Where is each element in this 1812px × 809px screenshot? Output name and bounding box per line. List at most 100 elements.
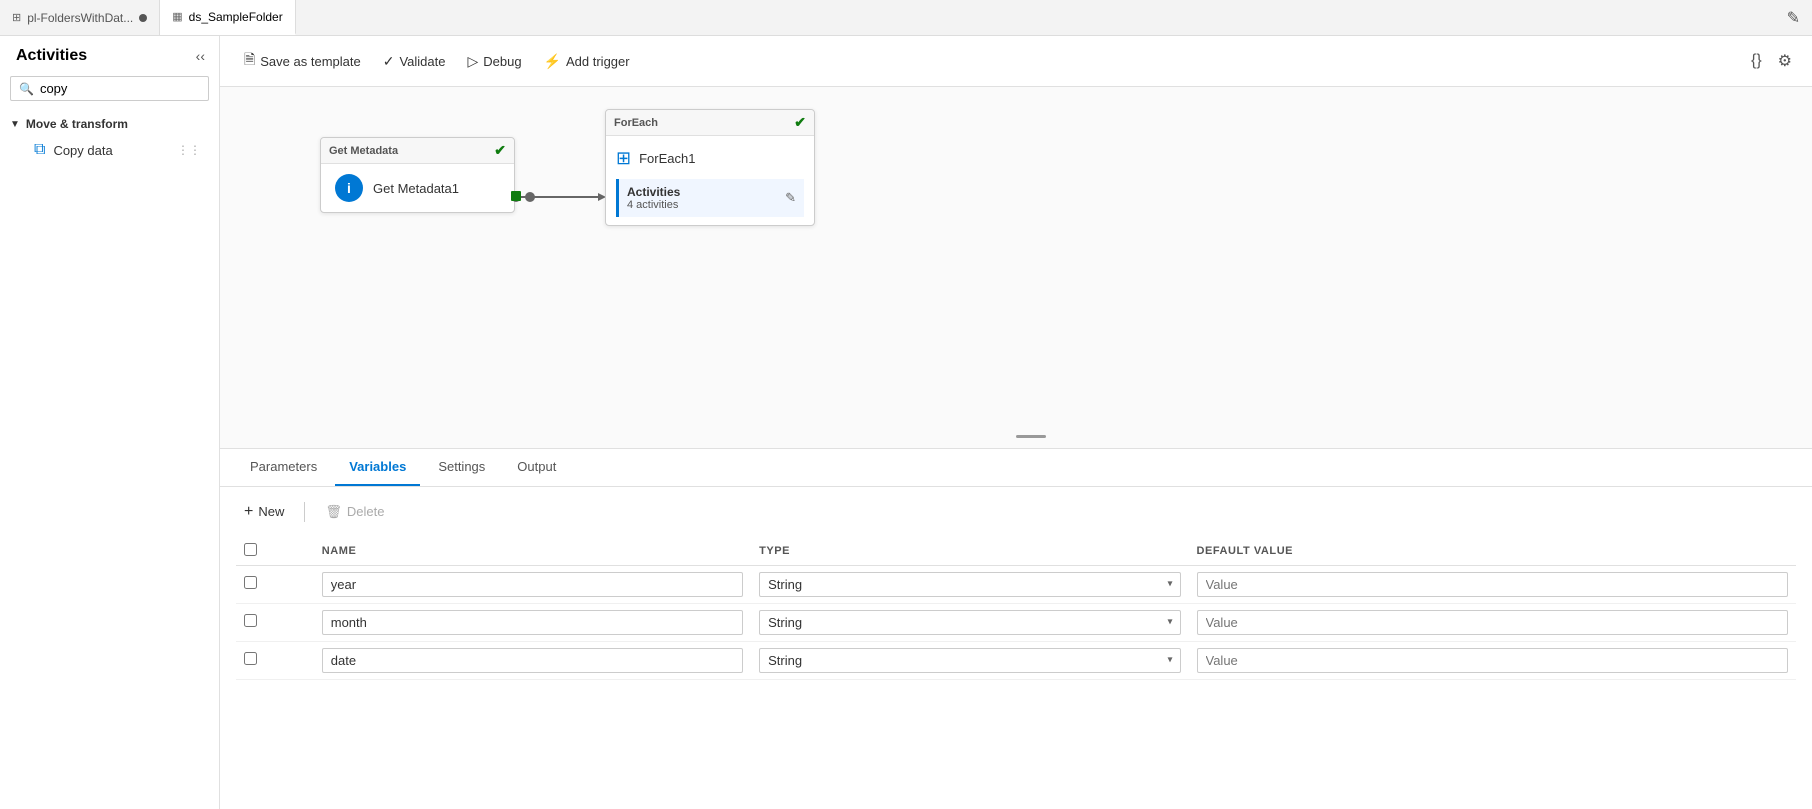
panel-tabs-row: Parameters Variables Settings Output <box>220 449 1812 487</box>
type-select-2[interactable]: StringBooleanIntegerArrayFloat <box>759 648 1180 673</box>
tab-bar: ⊞ pl-FoldersWithDat... ▦ ds_SampleFolder… <box>0 0 1812 36</box>
minimize-bar <box>1016 435 1046 438</box>
activities-count: 4 activities <box>627 199 680 211</box>
activities-label: Activities <box>627 185 680 199</box>
delete-label: Delete <box>347 504 385 519</box>
foreach-inner: ⊞ ForEach1 Activities 4 activities ✎ <box>606 136 814 225</box>
name-input-1[interactable] <box>322 610 743 635</box>
plus-icon: + <box>244 503 253 521</box>
tab-variables[interactable]: Variables <box>335 449 420 486</box>
row-checkbox-1[interactable] <box>244 614 257 627</box>
canvas-area[interactable]: Get Metadata ✔ i Get Metadata1 <box>220 87 1812 448</box>
table-icon: ▦ <box>172 10 182 23</box>
tab-pl[interactable]: ⊞ pl-FoldersWithDat... <box>0 0 160 35</box>
actions-divider <box>304 502 305 522</box>
default-value-input-1[interactable] <box>1197 610 1789 635</box>
save-label: Save as template <box>260 54 360 69</box>
col-header-checkbox <box>236 539 314 566</box>
foreach-node[interactable]: ForEach ✔ ⊞ ForEach1 Activities <box>605 109 815 226</box>
default-value-input-2[interactable] <box>1197 648 1789 673</box>
collapse-arrow-icon: ▼ <box>10 119 20 130</box>
table-row: StringBooleanIntegerArrayFloat▾ <box>236 603 1796 641</box>
tab-parameters[interactable]: Parameters <box>236 449 331 486</box>
name-input-0[interactable] <box>322 572 743 597</box>
type-select-1[interactable]: StringBooleanIntegerArrayFloat <box>759 610 1180 635</box>
sidebar-controls: ‹‹ <box>192 46 209 66</box>
edit-pencil-icon[interactable]: ✎ <box>785 190 796 206</box>
section-label: Move & transform <box>26 117 128 131</box>
add-trigger-button[interactable]: ⚡ Add trigger <box>536 48 638 75</box>
sidebar-section-move-transform: ▼ Move & transform ⧉ Copy data ⋮⋮ <box>0 109 219 169</box>
sidebar-item-copy-data[interactable]: ⧉ Copy data ⋮⋮ <box>10 135 209 165</box>
save-template-button[interactable]: 🗎 Save as template <box>236 44 369 78</box>
validate-button[interactable]: ✓ Validate <box>375 48 454 75</box>
tab-pl-dot <box>139 14 147 22</box>
tab-pl-label: pl-FoldersWithDat... <box>27 11 133 25</box>
get-metadata-title: Get Metadata <box>329 145 398 157</box>
validate-icon: ✓ <box>383 53 395 70</box>
main-layout: Activities ‹‹ 🔍 ▼ Move & transform ⧉ Cop… <box>0 36 1812 809</box>
sidebar-title: Activities <box>16 47 87 65</box>
new-label: New <box>258 504 284 519</box>
code-view-button[interactable]: {} <box>1747 47 1766 75</box>
row-checkbox-2[interactable] <box>244 652 257 665</box>
info-icon: i <box>335 174 363 202</box>
col-header-type: TYPE <box>751 539 1188 566</box>
node-body-get-metadata: i Get Metadata1 <box>321 164 514 212</box>
filter-button[interactable]: ⚙ <box>1774 47 1796 75</box>
table-row: StringBooleanIntegerArrayFloat▾ <box>236 641 1796 679</box>
type-select-0[interactable]: StringBooleanIntegerArrayFloat <box>759 572 1180 597</box>
foreach-icon-row: ⊞ ForEach1 <box>616 144 804 177</box>
name-input-2[interactable] <box>322 648 743 673</box>
tab-settings[interactable]: Settings <box>424 449 499 486</box>
sidebar: Activities ‹‹ 🔍 ▼ Move & transform ⧉ Cop… <box>0 36 220 809</box>
row-checkbox-0[interactable] <box>244 576 257 589</box>
save-icon: 🗎 <box>244 49 255 73</box>
drag-handle-icon: ⋮⋮ <box>177 143 201 157</box>
bottom-panel: Parameters Variables Settings Output <box>220 448 1812 809</box>
search-icon: 🔍 <box>19 82 34 96</box>
tab-ds[interactable]: ▦ ds_SampleFolder <box>160 0 295 35</box>
search-input[interactable] <box>40 81 200 96</box>
select-all-checkbox[interactable] <box>244 543 257 556</box>
collapse-button[interactable]: ‹‹ <box>192 46 209 66</box>
debug-button[interactable]: ▷ Debug <box>459 48 529 75</box>
get-metadata-body-label: Get Metadata1 <box>373 181 459 196</box>
trash-icon: 🗑 <box>325 504 342 520</box>
right-content: 🗎 Save as template ✓ Validate ▷ Debug ⚡ … <box>220 36 1812 809</box>
get-metadata-check-icon: ✔ <box>494 142 506 159</box>
sidebar-header: Activities ‹‹ <box>0 36 219 72</box>
trigger-icon: ⚡ <box>544 53 561 70</box>
foreach-activities-text: Activities 4 activities <box>627 185 680 211</box>
variables-table: NAME TYPE DEFAULT VALUE St <box>236 539 1796 680</box>
canvas-bottom-wrap: Get Metadata ✔ i Get Metadata1 <box>220 87 1812 809</box>
col-header-value: DEFAULT VALUE <box>1189 539 1797 566</box>
toolbar: 🗎 Save as template ✓ Validate ▷ Debug ⚡ … <box>220 36 1812 87</box>
copy-data-label: Copy data <box>53 143 112 158</box>
grid-icon: ⊞ <box>12 11 21 24</box>
foreach-title: ForEach <box>614 117 658 129</box>
new-variable-button[interactable]: + New <box>236 499 292 525</box>
debug-icon: ▷ <box>467 53 478 70</box>
pipeline-canvas: Get Metadata ✔ i Get Metadata1 <box>220 87 1812 448</box>
trigger-label: Add trigger <box>566 54 630 69</box>
section-header[interactable]: ▼ Move & transform <box>10 113 209 135</box>
search-box: 🔍 <box>10 76 209 101</box>
debug-label: Debug <box>483 54 521 69</box>
tab-ds-label: ds_SampleFolder <box>189 10 283 24</box>
toolbar-right: {} ⚙ <box>1747 47 1796 75</box>
foreach-check-icon: ✔ <box>794 114 806 131</box>
node-header-get-metadata: Get Metadata ✔ <box>321 138 514 164</box>
default-value-input-0[interactable] <box>1197 572 1789 597</box>
delete-variable-button[interactable]: 🗑 Delete <box>317 500 392 524</box>
panel-content: + New 🗑 Delete <box>220 487 1812 692</box>
get-metadata-node[interactable]: Get Metadata ✔ i Get Metadata1 <box>320 137 515 213</box>
tab-output[interactable]: Output <box>503 449 570 486</box>
panel-actions: + New 🗑 Delete <box>236 499 1796 525</box>
validate-label: Validate <box>399 54 445 69</box>
table-row: StringBooleanIntegerArrayFloat▾ <box>236 565 1796 603</box>
foreach-activities: Activities 4 activities ✎ <box>616 179 804 217</box>
col-header-name: NAME <box>314 539 751 566</box>
edit-icon-top[interactable]: ✎ <box>1787 8 1812 28</box>
node-header-foreach: ForEach ✔ <box>606 110 814 136</box>
